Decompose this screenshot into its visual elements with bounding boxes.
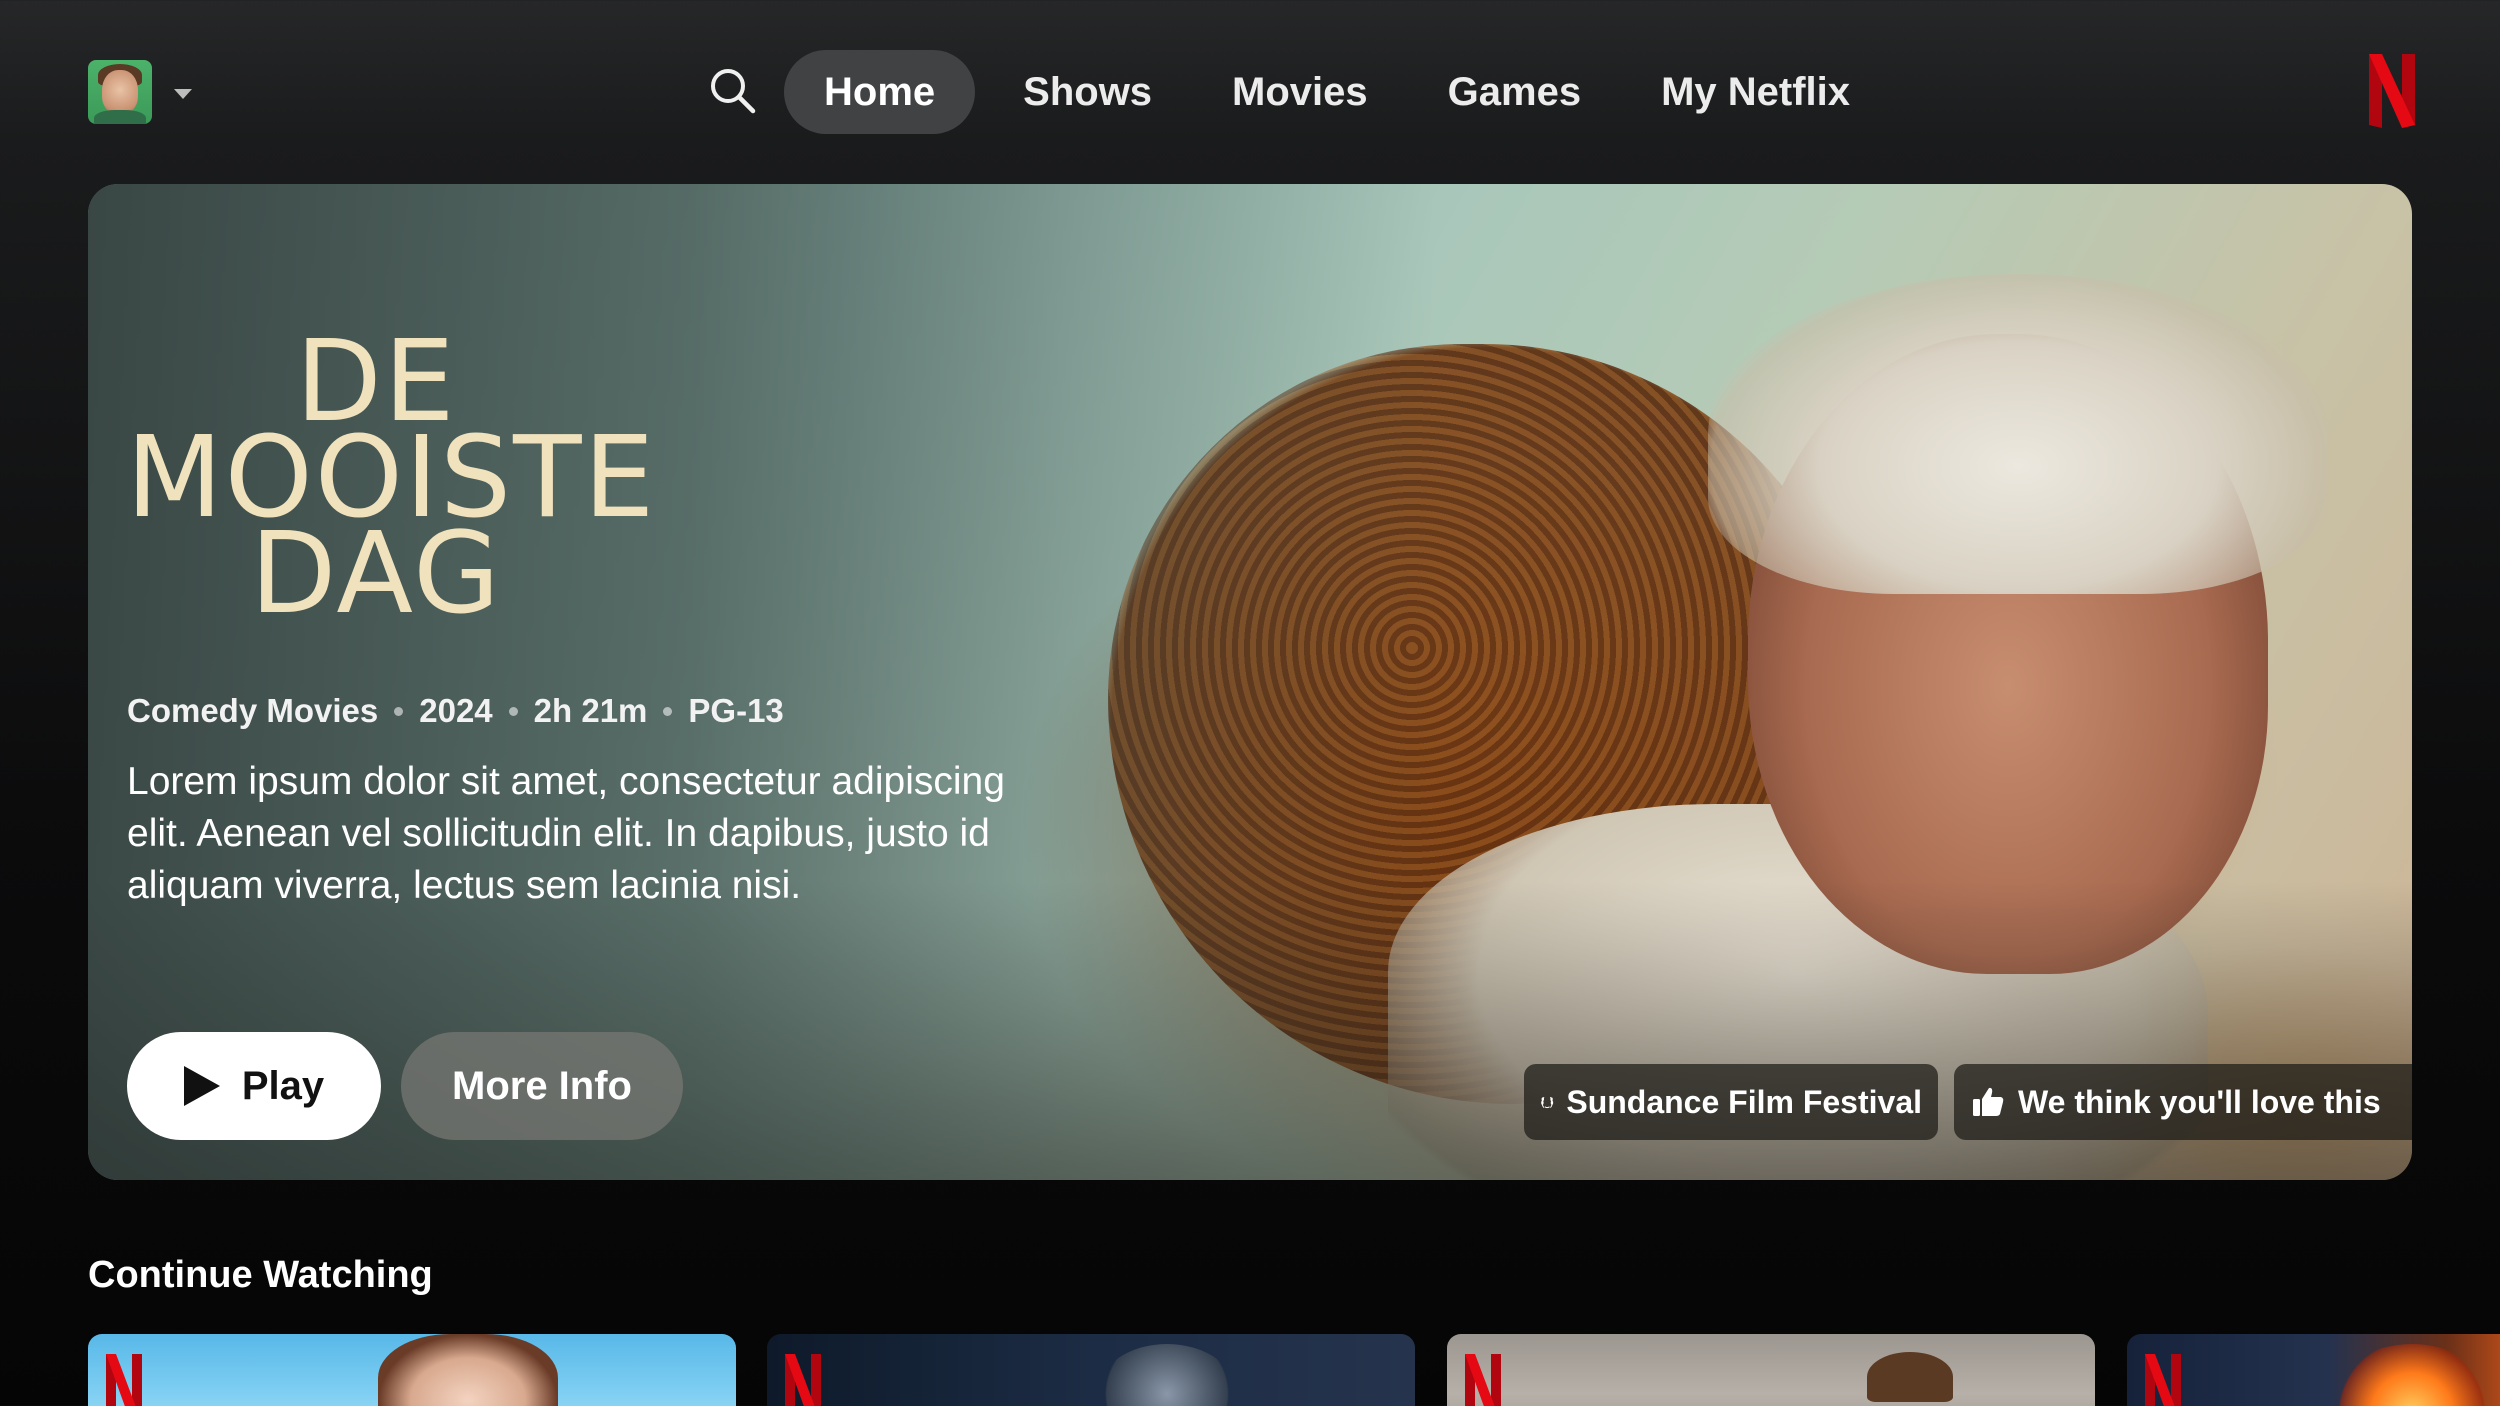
nav-movies[interactable]: Movies [1192,50,1408,134]
hero-metadata: Comedy Movies 2024 2h 21m PG-13 [127,692,784,730]
row-title-continue-watching: Continue Watching [88,1254,433,1296]
hero-year: 2024 [419,692,493,729]
netflix-n-logo [106,1354,142,1406]
more-info-button[interactable]: More Info [401,1032,683,1140]
nav-games[interactable]: Games [1408,50,1621,134]
profile-avatar[interactable] [88,60,152,124]
continue-watching-card[interactable] [2127,1334,2500,1406]
festival-badge-label: Sundance Film Festival [1566,1083,1922,1120]
card-artwork [2337,1344,2487,1406]
festival-badge: Sundance Film Festival [1524,1064,1938,1140]
avatar-face [102,70,138,114]
nav-my-netflix[interactable]: My Netflix [1621,50,1890,134]
search-icon[interactable] [708,66,758,116]
laurel-icon [1541,1096,1554,1109]
hero-synopsis: Lorem ipsum dolor sit amet, consectetur … [127,760,1005,907]
nav-shows[interactable]: Shows [983,50,1192,134]
caret-down-icon[interactable] [174,89,192,99]
more-info-label: More Info [452,1063,632,1108]
nav-home[interactable]: Home [784,50,976,134]
thumbs-up-icon [1973,1087,2004,1116]
recommendation-badge-label: We think you'll love this [2018,1083,2381,1120]
play-button[interactable]: Play [127,1032,381,1140]
play-button-label: Play [241,1063,325,1108]
hero-duration: 2h 21m [533,692,648,729]
hero-genre: Comedy Movies [127,692,379,729]
continue-watching-card[interactable] [88,1334,736,1406]
card-artwork [1867,1352,1953,1402]
netflix-n-logo [1465,1354,1501,1406]
hero-rating: PG-13 [688,692,784,729]
separator-dot [394,706,404,716]
top-navigation: Home Shows Movies Games My Netflix [0,0,2500,180]
main-nav: Home Shows Movies Games My Netflix [784,50,1890,134]
recommendation-badge: We think you'll love this [1954,1064,2412,1140]
continue-watching-card[interactable] [1447,1334,2095,1406]
netflix-n-logo [785,1354,821,1406]
netflix-logo [2369,54,2415,128]
hero-title-art: DE MOOISTE DAG [126,326,654,630]
separator-dot [508,706,518,716]
netflix-n-logo [2145,1354,2181,1406]
continue-watching-card[interactable] [767,1334,1415,1406]
play-icon [183,1066,220,1106]
hero-banner[interactable]: DE MOOISTE DAG Comedy Movies 2024 2h 21m… [88,184,2412,1180]
avatar-shirt [94,110,146,124]
card-artwork [378,1334,558,1406]
card-artwork [1097,1344,1237,1406]
separator-dot [663,706,673,716]
